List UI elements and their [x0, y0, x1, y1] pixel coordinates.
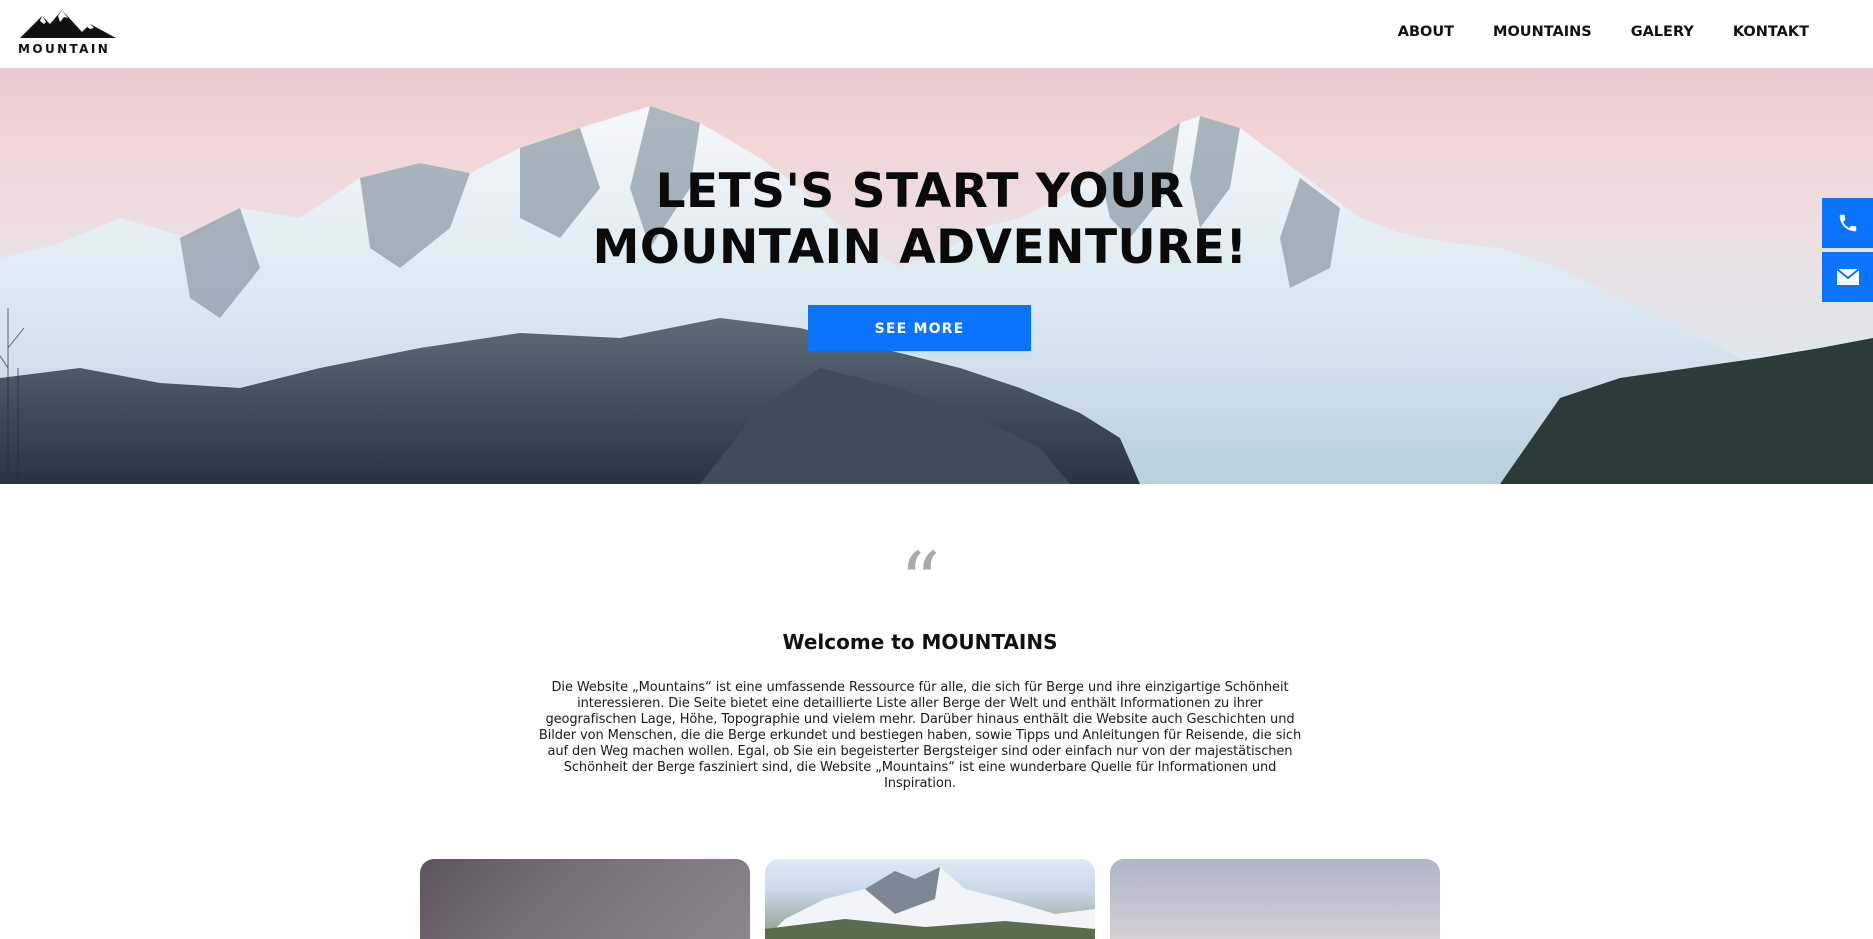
- card-mountain-image: [765, 867, 1095, 939]
- nav-item-about[interactable]: ABOUT: [1398, 22, 1454, 42]
- welcome-text: Die Website „Mountains“ ist eine umfasse…: [538, 680, 1302, 791]
- side-phone-button[interactable]: [1822, 198, 1873, 248]
- mail-icon: [1835, 268, 1860, 285]
- phone-icon: [1839, 214, 1856, 232]
- hero-title-line-2: MOUNTAIN ADVENTURE!: [592, 220, 1248, 275]
- nav-item-mountains[interactable]: MOUNTAINS: [1493, 22, 1592, 42]
- card-image-2[interactable]: [765, 859, 1095, 939]
- nav-item-galery[interactable]: GALERY: [1631, 22, 1694, 42]
- site-header: MOUNTAIN ABOUT MOUNTAINS GALERY KONTAKT: [0, 0, 1873, 68]
- side-mail-button[interactable]: [1822, 252, 1873, 302]
- card-image-1[interactable]: [420, 859, 750, 939]
- hero-title: LETS'S START YOUR MOUNTAIN ADVENTURE!: [0, 164, 1840, 276]
- logo[interactable]: MOUNTAIN: [18, 8, 118, 58]
- hero-section: LETS'S START YOUR MOUNTAIN ADVENTURE! SE…: [0, 68, 1873, 484]
- mountain-peaks-icon: [20, 10, 116, 38]
- welcome-title: Welcome to MOUNTAINS: [782, 630, 1058, 654]
- hero-mountain-image: [0, 106, 1873, 484]
- nav-item-kontakt[interactable]: KONTAKT: [1733, 22, 1809, 42]
- see-more-button[interactable]: SEE MORE: [808, 305, 1031, 351]
- hero-title-line-1: LETS'S START YOUR: [655, 164, 1185, 219]
- main-nav: ABOUT MOUNTAINS GALERY KONTAKT: [1398, 22, 1809, 42]
- logo-text: MOUNTAIN: [18, 42, 111, 56]
- quote-icon: “: [899, 535, 941, 628]
- card-image-3[interactable]: [1110, 859, 1440, 939]
